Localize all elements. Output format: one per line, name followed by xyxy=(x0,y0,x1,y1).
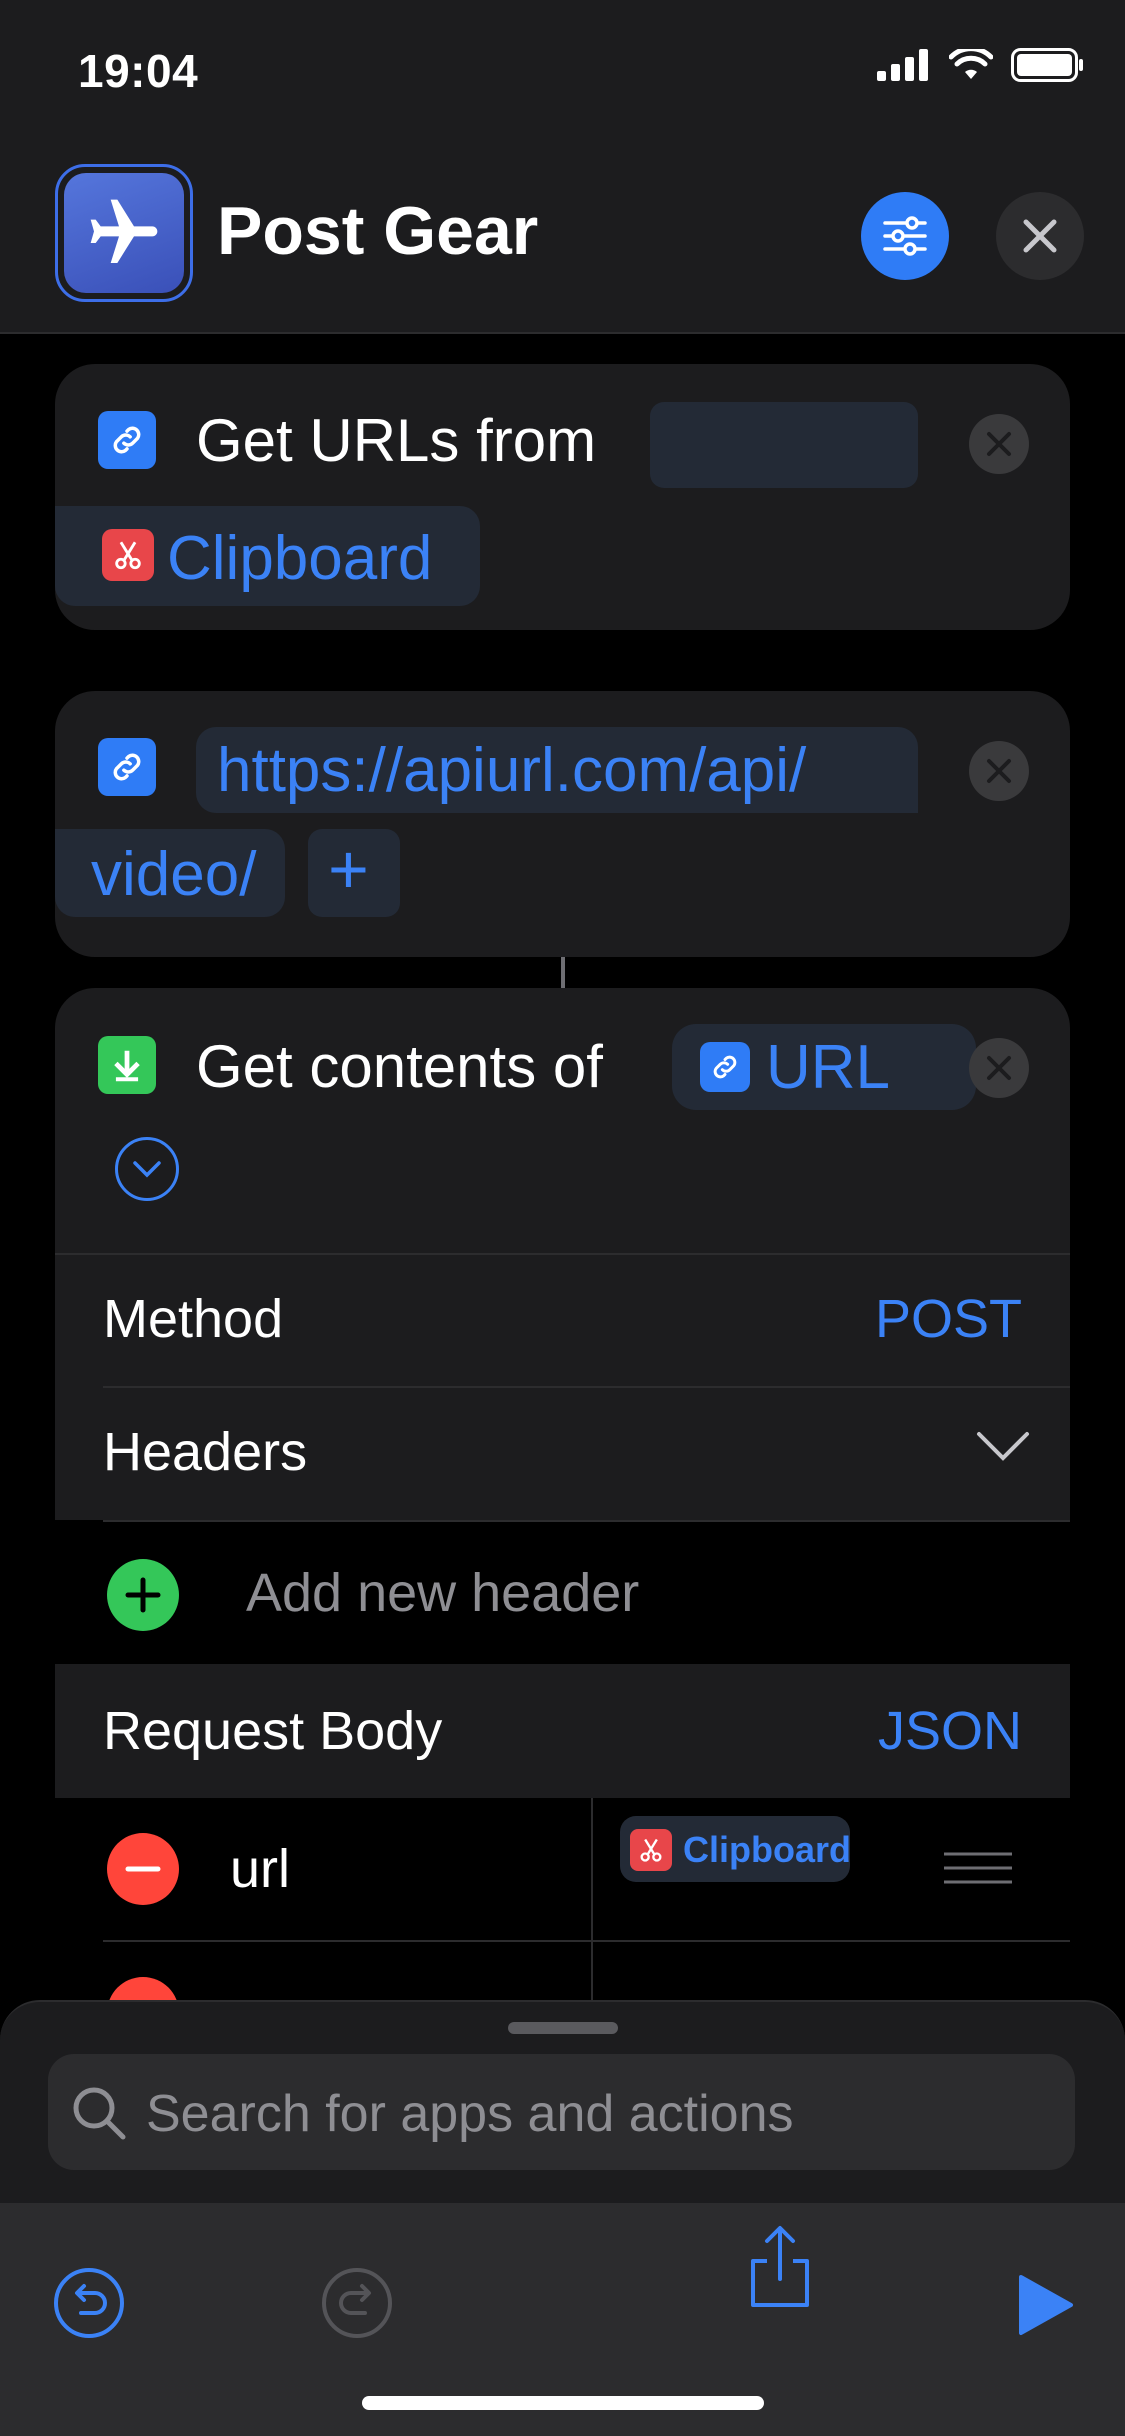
add-header-button[interactable] xyxy=(107,1559,179,1631)
action-url[interactable]: https://apiurl.com/api/ video/ + xyxy=(55,691,1070,957)
close-icon xyxy=(1023,219,1057,253)
status-time: 19:04 xyxy=(78,45,199,97)
column-divider xyxy=(591,1942,593,2000)
scissors-icon xyxy=(102,529,154,581)
action-label: Get contents of xyxy=(196,1033,603,1100)
status-bar: 19:04 xyxy=(0,0,1125,140)
wifi-icon xyxy=(949,49,993,79)
link-icon xyxy=(700,1042,750,1092)
body-row-partial xyxy=(55,1942,1070,2000)
action-get-contents[interactable]: Get contents of URL Method POST Headers … xyxy=(55,988,1070,2000)
chevron-down-icon xyxy=(133,1161,161,1178)
shortcut-header: Post Gear xyxy=(0,140,1125,334)
url-line-1: https://apiurl.com/api/ xyxy=(217,736,807,805)
chevron-down-icon xyxy=(977,1432,1029,1461)
divider xyxy=(103,1520,1070,1522)
request-body-value[interactable]: JSON xyxy=(878,1700,1022,1762)
url-line-2: video/ xyxy=(91,840,257,909)
shortcut-title[interactable]: Post Gear xyxy=(217,192,538,270)
home-indicator xyxy=(362,2396,764,2410)
cellular-signal-icon xyxy=(877,49,928,81)
run-button[interactable] xyxy=(1015,2273,1075,2337)
search-placeholder: Search for apps and actions xyxy=(146,2085,794,2143)
action-get-urls[interactable]: Get URLs from Clipboard xyxy=(55,364,1070,630)
column-divider xyxy=(591,1798,593,1940)
url-text-field[interactable]: https://apiurl.com/api/ xyxy=(196,727,918,813)
search-icon xyxy=(73,2087,126,2140)
minus-icon xyxy=(125,1866,161,1872)
empty-parameter[interactable] xyxy=(650,402,918,488)
close-icon xyxy=(987,1056,1011,1080)
clipboard-variable-token[interactable]: Clipboard xyxy=(620,1816,851,1882)
share-button[interactable] xyxy=(745,2221,815,2311)
remove-row-button[interactable] xyxy=(107,1977,179,2000)
body-row: url Clipboard xyxy=(55,1798,1070,1940)
remove-action-button[interactable] xyxy=(969,1038,1029,1098)
headers-label: Headers xyxy=(103,1422,308,1482)
plus-icon: + xyxy=(328,830,369,908)
link-icon xyxy=(98,738,156,796)
search-input[interactable]: Search for apps and actions xyxy=(48,2054,1075,2170)
status-icons xyxy=(877,48,1085,82)
shortcut-icon-button[interactable] xyxy=(55,164,193,302)
download-icon xyxy=(98,1036,156,1094)
close-button[interactable] xyxy=(996,192,1084,280)
remove-action-button[interactable] xyxy=(969,414,1029,474)
battery-icon xyxy=(1011,48,1083,82)
link-icon xyxy=(98,411,156,469)
divider xyxy=(55,1253,1070,1255)
undo-icon xyxy=(54,2268,124,2338)
airplane-icon xyxy=(90,199,158,263)
remove-row-button[interactable] xyxy=(107,1833,179,1905)
sliders-icon xyxy=(883,216,927,256)
url-variable-token[interactable]: URL xyxy=(672,1024,976,1110)
flow-connector xyxy=(561,957,565,988)
method-value[interactable]: POST xyxy=(875,1288,1022,1350)
url-variable-label: URL xyxy=(766,1033,891,1102)
add-header-label: Add new header xyxy=(246,1563,640,1623)
clipboard-variable-token[interactable]: Clipboard xyxy=(55,506,480,606)
action-search-sheet: Search for apps and actions xyxy=(0,2000,1125,2436)
action-label: Get URLs from xyxy=(196,407,597,474)
headers-toggle[interactable] xyxy=(975,1428,1035,1478)
expand-options-button[interactable] xyxy=(115,1137,179,1201)
share-icon xyxy=(751,2226,809,2307)
redo-icon xyxy=(322,2268,392,2338)
body-row-key[interactable]: url xyxy=(230,1838,290,1900)
add-header-row[interactable]: Add new header xyxy=(55,1520,1070,1664)
divider xyxy=(103,1386,1070,1388)
method-label: Method xyxy=(103,1289,284,1349)
clipboard-label: Clipboard xyxy=(683,1829,851,1870)
scissors-icon xyxy=(630,1829,672,1871)
add-variable-button[interactable]: + xyxy=(308,829,400,917)
request-body-rows: url Clipboard xyxy=(55,1798,1070,2000)
close-icon xyxy=(987,759,1011,783)
url-text-field-continuation[interactable]: video/ xyxy=(55,829,285,917)
play-icon xyxy=(1019,2275,1073,2335)
settings-button[interactable] xyxy=(861,192,949,280)
request-body-label: Request Body xyxy=(103,1701,443,1761)
redo-button[interactable] xyxy=(320,2266,394,2340)
drag-handle-icon[interactable] xyxy=(942,1848,1014,1888)
clipboard-label: Clipboard xyxy=(167,524,433,593)
remove-action-button[interactable] xyxy=(969,741,1029,801)
undo-button[interactable] xyxy=(52,2266,126,2340)
sheet-grabber[interactable] xyxy=(508,2022,618,2034)
plus-icon xyxy=(125,1577,161,1613)
close-icon xyxy=(987,432,1011,456)
